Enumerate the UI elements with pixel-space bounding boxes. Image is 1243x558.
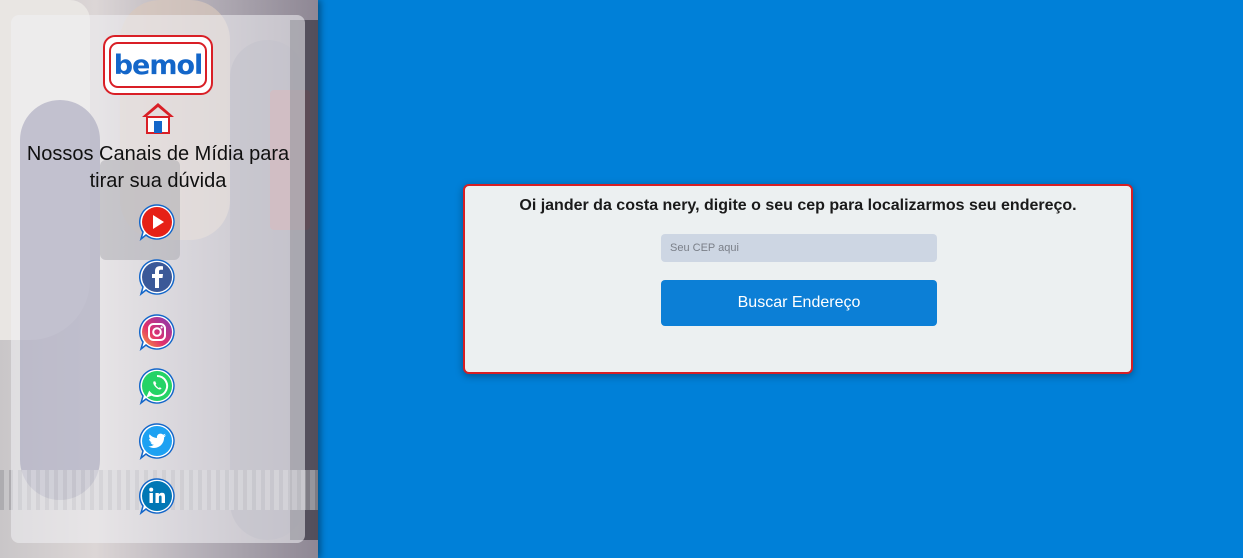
social-links — [138, 203, 178, 532]
bemol-logo[interactable]: bemol — [103, 35, 213, 95]
cep-card: Oi jander da costa nery, digite o seu ce… — [463, 184, 1133, 374]
sidebar-panel: bemol Nossos Canais de Mídia para tirar … — [0, 0, 318, 558]
greeting-message: Oi jander da costa nery, digite o seu ce… — [519, 197, 1077, 214]
linkedin-icon[interactable] — [138, 477, 176, 515]
whatsapp-icon[interactable] — [138, 367, 176, 406]
logo-text: bemol — [109, 42, 207, 88]
cep-input[interactable] — [661, 234, 937, 262]
youtube-icon[interactable] — [138, 203, 176, 241]
home-icon[interactable] — [140, 101, 176, 135]
twitter-icon[interactable] — [138, 422, 176, 461]
sidebar-title: Nossos Canais de Mídia para tirar sua dú… — [26, 143, 290, 192]
facebook-icon[interactable] — [138, 258, 176, 296]
search-address-button[interactable]: Buscar Endereço — [661, 280, 937, 326]
instagram-icon[interactable] — [138, 313, 176, 351]
